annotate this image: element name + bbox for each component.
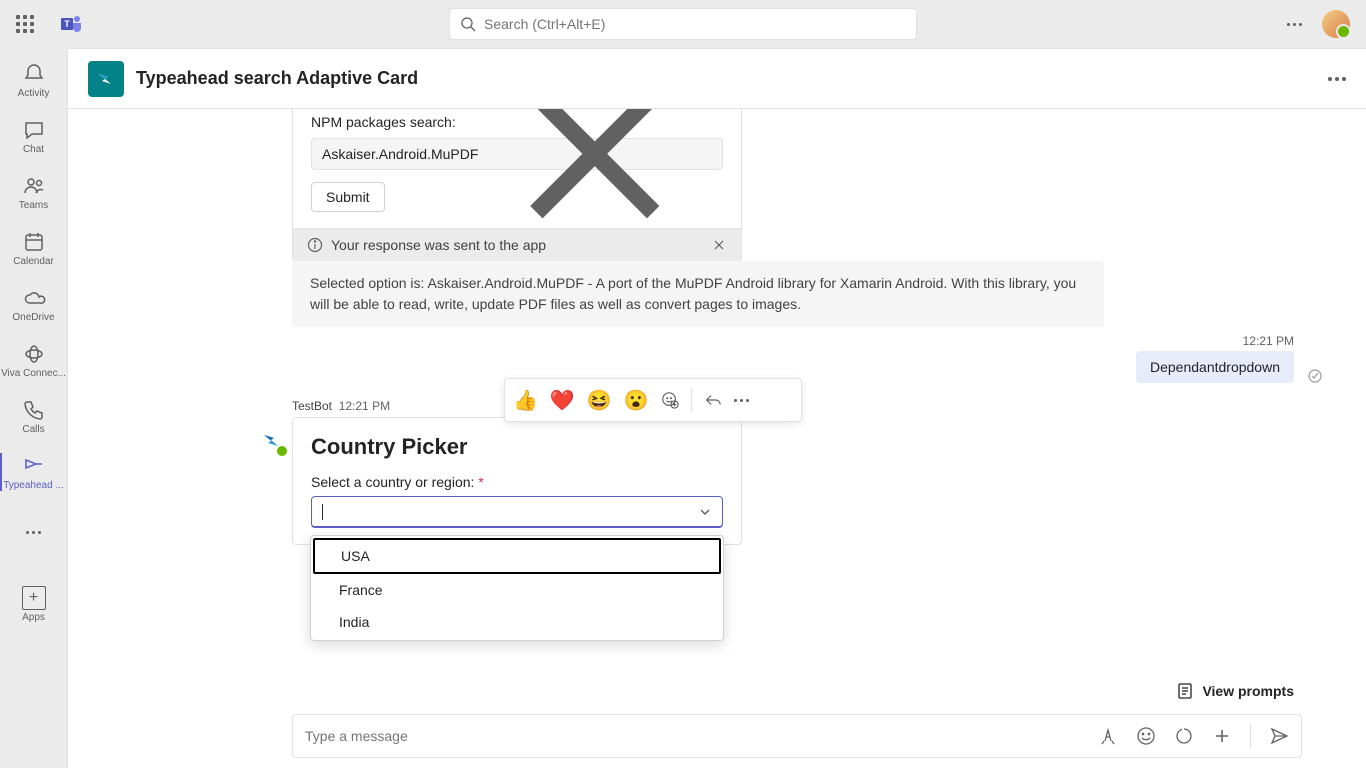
country-label: Select a country or region: *: [311, 474, 723, 490]
bot-avatar-icon: [256, 425, 288, 457]
country-combobox[interactable]: [311, 496, 723, 528]
react-add-icon[interactable]: [661, 391, 679, 409]
rail-onedrive[interactable]: OneDrive: [0, 276, 68, 332]
react-heart[interactable]: ❤️: [550, 388, 575, 413]
info-icon: [307, 237, 323, 253]
rail-more[interactable]: [0, 504, 68, 560]
rail-calendar[interactable]: Calendar: [0, 220, 68, 276]
teams-logo-icon: T: [60, 12, 84, 36]
react-laugh[interactable]: 😆: [587, 388, 612, 413]
country-dropdown: USA France India: [310, 535, 724, 641]
user-avatar[interactable]: [1322, 10, 1350, 38]
rail-activity[interactable]: Activity: [0, 52, 68, 108]
rail-viva[interactable]: Viva Connec...: [0, 332, 68, 388]
banner-close-icon[interactable]: [711, 237, 727, 253]
chevron-down-icon: [698, 505, 712, 519]
rail-teams[interactable]: Teams: [0, 164, 68, 220]
send-icon[interactable]: [1269, 726, 1289, 746]
app-icon: [88, 61, 124, 97]
npm-field[interactable]: Askaiser.Android.MuPDF: [311, 138, 723, 170]
reaction-toolbar: 👍 ❤️ 😆 😮: [504, 378, 802, 422]
reply-icon[interactable]: [704, 391, 722, 409]
dropdown-option-france[interactable]: France: [313, 574, 721, 606]
search-icon: [460, 16, 476, 32]
prompts-icon: [1176, 682, 1194, 700]
message-meta: TestBot 12:21 PM: [292, 399, 390, 413]
more-options-button[interactable]: [1287, 23, 1302, 26]
svg-text:T: T: [64, 19, 70, 29]
card-title: Country Picker: [311, 434, 723, 460]
sent-timestamp: 12:21 PM: [1243, 334, 1294, 348]
rail-apps[interactable]: + Apps: [0, 576, 68, 632]
npm-search-card: NPM packages search: Askaiser.Android.Mu…: [292, 109, 742, 262]
loop-icon[interactable]: [1174, 726, 1194, 746]
chat-header: Typeahead search Adaptive Card: [68, 49, 1366, 109]
main-area: Typeahead search Adaptive Card NPM packa…: [68, 48, 1366, 768]
header-more-button[interactable]: [1328, 77, 1346, 81]
page-title: Typeahead search Adaptive Card: [136, 68, 418, 89]
global-search[interactable]: [449, 8, 917, 40]
result-text: Selected option is: Askaiser.Android.MuP…: [292, 261, 1104, 327]
react-surprise[interactable]: 😮: [624, 388, 649, 413]
country-picker-card: Country Picker Select a country or regio…: [292, 417, 742, 545]
format-icon[interactable]: [1098, 726, 1118, 746]
app-launcher-icon[interactable]: [16, 15, 34, 33]
dropdown-option-usa[interactable]: USA: [313, 538, 721, 574]
sent-message: Dependantdropdown: [1136, 351, 1294, 383]
rail-calls[interactable]: Calls: [0, 388, 68, 444]
dropdown-option-india[interactable]: India: [313, 606, 721, 638]
message-composer[interactable]: [292, 714, 1302, 758]
search-input[interactable]: [484, 16, 906, 32]
chat-scroll: NPM packages search: Askaiser.Android.Mu…: [68, 109, 1366, 768]
view-prompts-button[interactable]: View prompts: [1176, 682, 1294, 700]
emoji-icon[interactable]: [1136, 726, 1156, 746]
react-more-button[interactable]: [734, 399, 749, 402]
attach-plus-icon[interactable]: [1212, 726, 1232, 746]
app-rail: Activity Chat Teams Calendar OneDrive Vi…: [0, 48, 68, 768]
topbar: T: [0, 0, 1366, 48]
rail-typeahead[interactable]: Typeahead ...: [0, 444, 68, 500]
react-thumbs[interactable]: 👍: [513, 388, 538, 413]
compose-input[interactable]: [305, 728, 1098, 744]
rail-chat[interactable]: Chat: [0, 108, 68, 164]
submit-button[interactable]: Submit: [311, 182, 385, 212]
read-receipt-icon: [1308, 369, 1322, 388]
